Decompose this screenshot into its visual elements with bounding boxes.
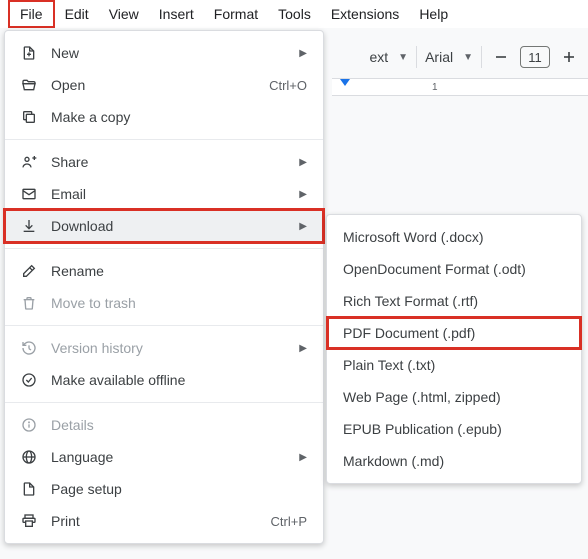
submenu-label: Markdown (.md) <box>343 453 444 469</box>
download-rtf[interactable]: Rich Text Format (.rtf) <box>327 285 581 317</box>
menu-version-history: Version history ▶ <box>5 332 323 364</box>
download-html[interactable]: Web Page (.html, zipped) <box>327 381 581 413</box>
menu-label: Make available offline <box>51 372 307 388</box>
submenu-label: Web Page (.html, zipped) <box>343 389 501 405</box>
menu-share[interactable]: Share ▶ <box>5 146 323 178</box>
chevron-right-icon: ▶ <box>299 157 307 168</box>
menubar-extensions[interactable]: Extensions <box>321 2 409 26</box>
submenu-label: OpenDocument Format (.odt) <box>343 261 526 277</box>
trash-icon <box>19 293 39 313</box>
submenu-label: Plain Text (.txt) <box>343 357 435 373</box>
menu-label: Page setup <box>51 481 307 497</box>
submenu-label: Rich Text Format (.rtf) <box>343 293 478 309</box>
font-size-value: 11 <box>528 50 542 65</box>
menu-label: Download <box>51 218 299 234</box>
menu-email[interactable]: Email ▶ <box>5 178 323 210</box>
style-label: ext <box>369 49 392 65</box>
menu-label: Version history <box>51 340 299 356</box>
chevron-right-icon: ▶ <box>299 452 307 463</box>
decrease-font-button[interactable] <box>490 46 512 68</box>
menu-label: Rename <box>51 263 307 279</box>
font-label: Arial <box>425 49 457 65</box>
menu-new[interactable]: New ▶ <box>5 37 323 69</box>
menu-label: Language <box>51 449 299 465</box>
menu-offline[interactable]: Make available offline <box>5 364 323 396</box>
chevron-down-icon: ▼ <box>463 52 473 63</box>
print-icon <box>19 511 39 531</box>
new-file-icon <box>19 43 39 63</box>
history-icon <box>19 338 39 358</box>
menu-label: Share <box>51 154 299 170</box>
download-odt[interactable]: OpenDocument Format (.odt) <box>327 253 581 285</box>
chevron-down-icon: ▼ <box>398 52 408 63</box>
rename-icon <box>19 261 39 281</box>
menu-print[interactable]: Print Ctrl+P <box>5 505 323 537</box>
style-selector[interactable]: ext ▼ <box>369 49 408 65</box>
download-txt[interactable]: Plain Text (.txt) <box>327 349 581 381</box>
page-setup-icon <box>19 479 39 499</box>
email-icon <box>19 184 39 204</box>
menu-download[interactable]: Download ▶ <box>5 210 323 242</box>
offline-icon <box>19 370 39 390</box>
menu-label: Email <box>51 186 299 202</box>
menubar-insert[interactable]: Insert <box>149 2 204 26</box>
menu-label: Print <box>51 513 271 529</box>
menu-label: Open <box>51 77 269 93</box>
toolbar-divider <box>416 46 417 68</box>
menubar-file[interactable]: File <box>8 0 55 28</box>
chevron-right-icon: ▶ <box>299 343 307 354</box>
menubar-help[interactable]: Help <box>409 2 458 26</box>
globe-icon <box>19 447 39 467</box>
ruler: 1 <box>332 78 588 96</box>
info-icon <box>19 415 39 435</box>
menu-open[interactable]: Open Ctrl+O <box>5 69 323 101</box>
increase-font-button[interactable] <box>558 46 580 68</box>
chevron-right-icon: ▶ <box>299 48 307 59</box>
download-submenu: Microsoft Word (.docx) OpenDocument Form… <box>326 214 582 484</box>
menubar-tools[interactable]: Tools <box>268 2 321 26</box>
shortcut-label: Ctrl+P <box>271 514 307 529</box>
menubar-edit[interactable]: Edit <box>55 2 99 26</box>
submenu-label: EPUB Publication (.epub) <box>343 421 502 437</box>
download-icon <box>19 216 39 236</box>
copy-icon <box>19 107 39 127</box>
share-icon <box>19 152 39 172</box>
menu-language[interactable]: Language ▶ <box>5 441 323 473</box>
download-pdf[interactable]: PDF Document (.pdf) <box>327 317 581 349</box>
file-menu: New ▶ Open Ctrl+O Make a copy Share ▶ Em… <box>4 30 324 544</box>
submenu-label: PDF Document (.pdf) <box>343 325 475 341</box>
menu-divider <box>5 248 323 249</box>
menubar-view[interactable]: View <box>99 2 149 26</box>
shortcut-label: Ctrl+O <box>269 78 307 93</box>
menu-rename[interactable]: Rename <box>5 255 323 287</box>
menubar-format[interactable]: Format <box>204 2 268 26</box>
indent-marker-icon[interactable] <box>340 79 350 86</box>
menu-details: Details <box>5 409 323 441</box>
chevron-right-icon: ▶ <box>299 221 307 232</box>
menu-label: New <box>51 45 299 61</box>
toolbar-fragment: ext ▼ Arial ▼ 11 <box>361 40 588 74</box>
font-selector[interactable]: Arial ▼ <box>425 49 473 65</box>
chevron-right-icon: ▶ <box>299 189 307 200</box>
menu-label: Make a copy <box>51 109 307 125</box>
folder-open-icon <box>19 75 39 95</box>
submenu-label: Microsoft Word (.docx) <box>343 229 484 245</box>
menu-make-copy[interactable]: Make a copy <box>5 101 323 133</box>
download-epub[interactable]: EPUB Publication (.epub) <box>327 413 581 445</box>
download-md[interactable]: Markdown (.md) <box>327 445 581 477</box>
menu-divider <box>5 139 323 140</box>
ruler-number: 1 <box>432 82 438 93</box>
download-docx[interactable]: Microsoft Word (.docx) <box>327 221 581 253</box>
menu-move-to-trash: Move to trash <box>5 287 323 319</box>
menu-divider <box>5 402 323 403</box>
menu-label: Details <box>51 417 307 433</box>
toolbar-divider <box>481 46 482 68</box>
menu-page-setup[interactable]: Page setup <box>5 473 323 505</box>
menu-divider <box>5 325 323 326</box>
menubar: File Edit View Insert Format Tools Exten… <box>0 0 588 28</box>
font-size-input[interactable]: 11 <box>520 46 550 68</box>
menu-label: Move to trash <box>51 295 307 311</box>
